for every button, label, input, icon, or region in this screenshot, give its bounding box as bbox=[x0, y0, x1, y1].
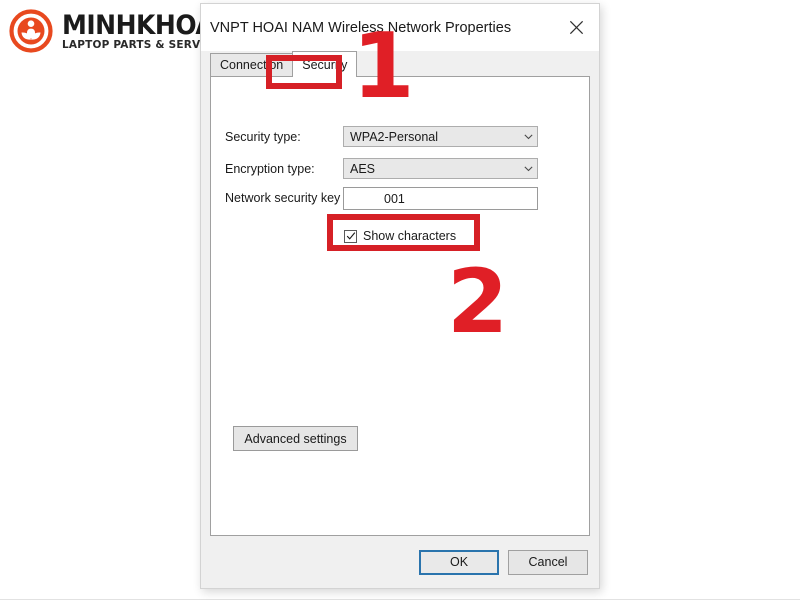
show-characters-checkbox[interactable]: Show characters bbox=[344, 229, 456, 243]
network-security-key-input[interactable]: 001 bbox=[343, 187, 538, 210]
checkmark-icon bbox=[344, 229, 357, 243]
close-icon[interactable] bbox=[553, 4, 599, 51]
encryption-type-select[interactable]: AES bbox=[343, 158, 538, 179]
advanced-settings-button[interactable]: Advanced settings bbox=[233, 426, 358, 451]
chevron-down-icon bbox=[519, 163, 537, 174]
minh-khoa-circle-logo bbox=[8, 8, 54, 54]
page-background: MINHKHOA LAPTOP PARTS & SERVICES VNPT HO… bbox=[0, 0, 800, 600]
dialog-titlebar: VNPT HOAI NAM Wireless Network Propertie… bbox=[201, 4, 599, 51]
encryption-type-label: Encryption type: bbox=[225, 162, 315, 176]
network-security-key-label: Network security key bbox=[225, 191, 341, 205]
brand-logo: MINHKHOA LAPTOP PARTS & SERVICES bbox=[8, 8, 228, 54]
wireless-network-properties-dialog: VNPT HOAI NAM Wireless Network Propertie… bbox=[200, 3, 600, 589]
security-type-row: Security type: bbox=[225, 130, 301, 144]
tab-security[interactable]: Security bbox=[292, 51, 358, 77]
chevron-down-icon bbox=[519, 131, 537, 142]
security-type-value: WPA2-Personal bbox=[350, 129, 438, 144]
security-tab-panel: Security type: WPA2-Personal Encryption … bbox=[210, 76, 590, 536]
tab-strip: Connection Security bbox=[201, 51, 599, 77]
encryption-type-row: Encryption type: bbox=[225, 162, 315, 176]
security-type-select[interactable]: WPA2-Personal bbox=[343, 126, 538, 147]
cancel-button[interactable]: Cancel bbox=[508, 549, 588, 575]
dialog-title: VNPT HOAI NAM Wireless Network Propertie… bbox=[210, 19, 512, 36]
show-characters-label: Show characters bbox=[363, 229, 457, 243]
security-type-label: Security type: bbox=[225, 130, 301, 144]
encryption-type-value: AES bbox=[350, 161, 376, 176]
tab-connection[interactable]: Connection bbox=[210, 53, 294, 76]
network-security-key-value: 001 bbox=[384, 191, 405, 206]
network-security-key-row: Network security key bbox=[225, 191, 340, 205]
ok-button[interactable]: OK bbox=[419, 549, 499, 575]
dialog-footer: OK Cancel bbox=[201, 536, 599, 588]
